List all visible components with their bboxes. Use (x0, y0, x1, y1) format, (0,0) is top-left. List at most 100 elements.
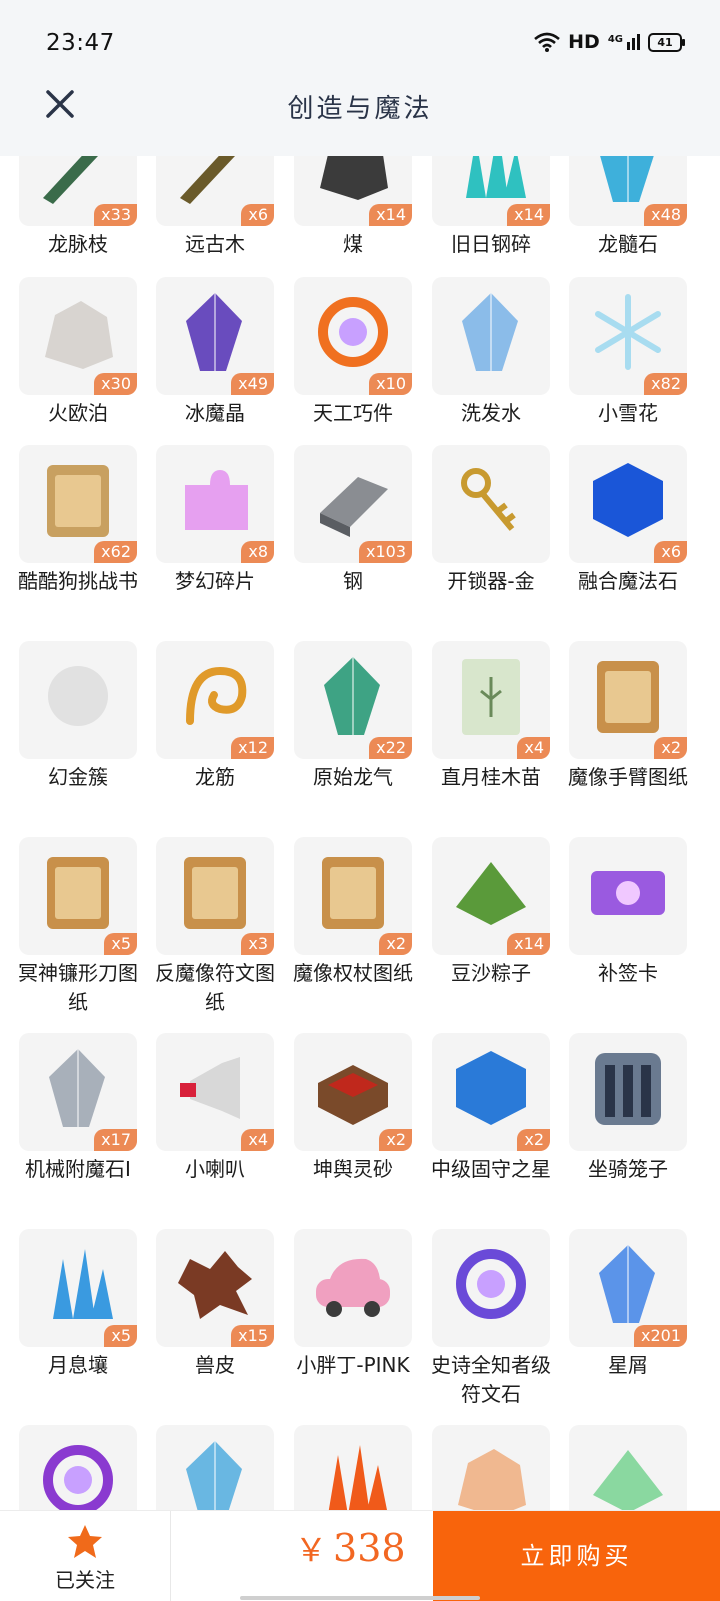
item-name: 小胖丁-PINK (296, 1353, 410, 1377)
gold-keys-icon (461, 468, 516, 531)
item-tile (294, 1425, 412, 1510)
quantity-badge: x14 (507, 933, 550, 955)
item-name: 煤 (343, 232, 363, 256)
quantity-badge: x82 (644, 373, 687, 395)
item-name: 补签卡 (598, 961, 658, 985)
fire-crystal-icon (328, 1445, 387, 1510)
quantity-badge: x8 (241, 541, 274, 563)
bottom-bar: 已关注 ￥ 338 立即购买 (0, 1510, 720, 1601)
item-name: 融合魔法石 (578, 569, 678, 593)
spirit-sand-box-icon (318, 1065, 388, 1125)
item-name: 月息壤 (48, 1353, 108, 1377)
item-tile (569, 1425, 687, 1510)
quantity-badge: x2 (517, 1129, 550, 1151)
item-name: 天工巧件 (313, 401, 393, 425)
item-tile (569, 837, 687, 955)
item-name: 兽皮 (195, 1353, 235, 1377)
item-tile: x48 (569, 156, 687, 226)
price-value: 338 (333, 1526, 406, 1570)
quantity-badge: x4 (241, 1129, 274, 1151)
item-tile: x33 (19, 156, 137, 226)
item-name: 小喇叭 (185, 1157, 245, 1181)
item-tile: x6 (569, 445, 687, 563)
pink-car-icon (316, 1258, 390, 1317)
scepter-blueprint-icon (322, 857, 384, 929)
wanted-scroll-icon (47, 465, 109, 537)
quantity-badge: x33 (94, 204, 137, 226)
quantity-badge: x6 (654, 541, 687, 563)
quantity-badge: x17 (94, 1129, 137, 1151)
status-time: 23:47 (46, 30, 115, 56)
battery-icon: 41 (648, 32, 685, 52)
dragon-tendon-icon (186, 666, 247, 725)
item-tile (19, 1425, 137, 1510)
item-tile (294, 1229, 412, 1347)
quantity-badge: x6 (241, 204, 274, 226)
item-name: 酷酷狗挑战书 (18, 569, 138, 593)
peach-item-icon (458, 1449, 526, 1510)
item-tile: x62 (19, 445, 137, 563)
item-tile (432, 445, 550, 563)
item-name: 远古木 (185, 232, 245, 256)
epic-rune-stone-icon (456, 1249, 526, 1319)
golem-arm-blueprint-icon (597, 661, 659, 733)
item-name: 坤舆灵砂 (313, 1157, 393, 1181)
item-name: 开锁器-金 (447, 569, 535, 593)
rune-blueprint-icon (184, 857, 246, 929)
gear-part-icon (318, 297, 388, 367)
quantity-badge: x3 (241, 933, 274, 955)
item-name: 冥神镰形刀图纸 (18, 961, 138, 1014)
follow-button[interactable]: 已关注 (0, 1511, 170, 1601)
item-tile (156, 1425, 274, 1510)
coal-icon (320, 156, 388, 200)
item-tile: x2 (569, 641, 687, 759)
price: ￥ 338 (295, 1525, 406, 1571)
quantity-badge: x5 (104, 933, 137, 955)
item-tile: x2 (432, 1033, 550, 1151)
old-steel-shard-icon (466, 156, 526, 198)
item-name: 龙筋 (195, 765, 235, 789)
item-tile: x8 (156, 445, 274, 563)
blue-figure-icon (186, 1441, 242, 1510)
item-tile: x22 (294, 641, 412, 759)
item-tile: x4 (432, 641, 550, 759)
sprout-icon (593, 1450, 663, 1510)
item-tile: x30 (19, 277, 137, 395)
sign-in-card-icon (591, 871, 665, 915)
item-tile: x10 (294, 277, 412, 395)
cell-label: 4G (607, 34, 623, 45)
item-name: 直月桂木苗 (441, 765, 541, 789)
phantom-gold-cluster-icon (48, 666, 108, 726)
item-name: 洗发水 (461, 401, 521, 425)
item-tile: x14 (432, 837, 550, 955)
snowflake-icon (595, 294, 661, 370)
item-tile: x3 (156, 837, 274, 955)
item-tile: x14 (294, 156, 412, 226)
moon-soil-icon (53, 1249, 113, 1319)
item-name: 反魔像符文图纸 (155, 961, 275, 1014)
item-name: 豆沙粽子 (451, 961, 531, 985)
quantity-badge: x103 (358, 541, 412, 563)
quantity-badge: x22 (369, 737, 412, 759)
item-tile: x5 (19, 837, 137, 955)
quantity-badge: x14 (507, 204, 550, 226)
fire-opal-icon (45, 301, 113, 369)
animal-hide-icon (178, 1251, 252, 1319)
item-tile: x2 (294, 1033, 412, 1151)
scythe-blueprint-icon (47, 857, 109, 929)
item-tile: x5 (19, 1229, 137, 1347)
item-name: 史诗全知者级符文石 (431, 1353, 551, 1406)
dragon-marrow-stone-icon (600, 156, 654, 202)
item-name: 小雪花 (598, 401, 658, 425)
item-tile: x201 (569, 1229, 687, 1347)
item-name: 坐骑笼子 (588, 1157, 668, 1181)
page-title: 创造与魔法 (287, 94, 433, 124)
zongzi-icon (456, 862, 526, 925)
buy-now-button[interactable]: 立即购买 (433, 1511, 720, 1601)
quantity-badge: x201 (633, 1325, 687, 1347)
quantity-badge: x2 (379, 1129, 412, 1151)
item-grid-scroll[interactable]: x33 龙脉枝 x6 远古木 x14 煤 x14 旧日钢碎 x48 龙髓石 x30 火欧泊 x49 冰魔晶… (0, 156, 720, 1510)
status-bar: 23:47 HD 4G 41 (0, 0, 720, 84)
dragon-vein-branch-icon (43, 156, 98, 204)
network-label: HD (568, 31, 600, 53)
